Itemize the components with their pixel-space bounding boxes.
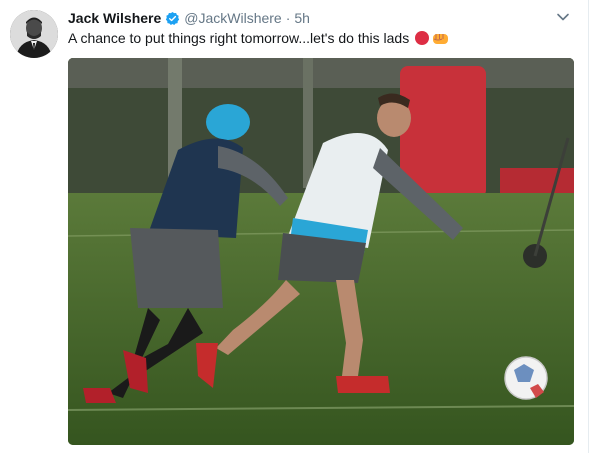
tweet-text-body: A chance to put things right tomorrow...… xyxy=(68,30,410,46)
oncoming-fist-icon xyxy=(432,31,449,46)
verified-badge-icon xyxy=(165,11,180,26)
author-name[interactable]: Jack Wilshere xyxy=(68,10,161,26)
tweet-header: Jack Wilshere @JackWilshere · 5h xyxy=(68,8,310,28)
chevron-down-icon[interactable] xyxy=(556,10,570,24)
tweet-timestamp[interactable]: 5h xyxy=(294,10,310,26)
tweet-text: A chance to put things right tomorrow...… xyxy=(68,29,449,47)
profile-avatar[interactable] xyxy=(10,10,58,58)
tweet-card[interactable]: Jack Wilshere @JackWilshere · 5h A chanc… xyxy=(0,0,589,453)
author-handle[interactable]: @JackWilshere xyxy=(184,10,281,26)
header-separator: · xyxy=(285,10,291,26)
red-circle-icon xyxy=(415,31,430,45)
tweet-photo[interactable] xyxy=(68,58,574,445)
